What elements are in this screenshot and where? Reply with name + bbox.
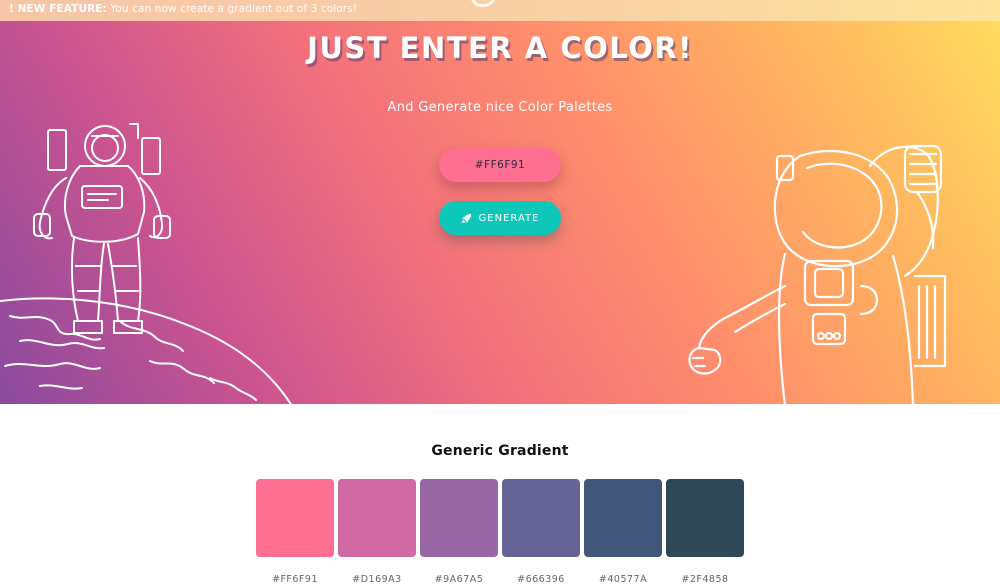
- generate-label: GENERATE: [478, 212, 540, 224]
- astronaut-waving-illustration: [688, 144, 947, 404]
- announcement-label: ! NEW FEATURE:: [9, 3, 107, 15]
- color-swatch[interactable]: [338, 479, 416, 557]
- announcement-text: You can now create a gradient out of 3 c…: [106, 3, 358, 15]
- generate-button[interactable]: GENERATE: [439, 201, 561, 235]
- palette-title: Generic Gradient: [431, 443, 569, 459]
- color-swatch[interactable]: [666, 479, 744, 557]
- color-swatch[interactable]: [584, 479, 662, 557]
- astronaut-on-planet-illustration: [0, 123, 292, 404]
- color-palette: #FF6F91 #D169A3 #9A67A5 #666396 #40577A …: [256, 479, 744, 585]
- rocket-icon: [461, 213, 472, 224]
- color-swatch[interactable]: [256, 479, 334, 557]
- hero-subtitle: And Generate nice Color Palettes: [387, 100, 613, 115]
- color-swatch[interactable]: [420, 479, 498, 557]
- hero-section: JUST ENTER A COLOR! And Generate nice Co…: [0, 21, 1000, 404]
- announcement-bar: ! NEW FEATURE: You can now create a grad…: [0, 0, 1000, 21]
- color-swatch[interactable]: [502, 479, 580, 557]
- logo-icon: [470, 0, 496, 7]
- color-input[interactable]: [439, 148, 561, 182]
- hero-title: JUST ENTER A COLOR!: [307, 31, 693, 65]
